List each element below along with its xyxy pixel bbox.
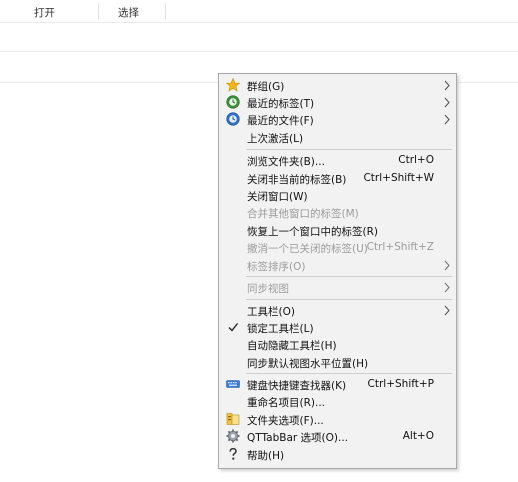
menu-item-label: 同步视图 — [247, 283, 289, 295]
menu-item-label: 恢复上一个窗口中的标签(R) — [247, 226, 378, 238]
menu-item-label: 最近的文件(F) — [247, 115, 314, 127]
menu-item-label: 上次激活(L) — [247, 133, 304, 145]
chevron-right-icon — [444, 260, 450, 271]
menu-separator — [246, 299, 452, 300]
menu-item-label: 键盘快捷键查找器(K) — [247, 380, 347, 392]
menu-item-folder-options[interactable]: 文件夹选项(F)... — [219, 411, 456, 428]
menu-separator — [246, 276, 452, 277]
chevron-right-icon — [444, 80, 450, 91]
menu-item-recent-tabs[interactable]: 最近的标签(T) — [219, 94, 456, 111]
menu-item-label: 关闭窗口(W) — [247, 191, 308, 203]
menu-item-recent-files[interactable]: 最近的文件(F) — [219, 111, 456, 128]
menu-item-merge-windows: 合并其他窗口的标签(M) — [219, 204, 456, 221]
menu-item-toolbars[interactable]: 工具栏(O) — [219, 302, 456, 319]
menu-item-browse-folder[interactable]: 浏览文件夹(B)... Ctrl+O — [219, 152, 456, 169]
menu-separator — [246, 149, 452, 150]
menu-item-label: 关闭非当前的标签(B) — [247, 174, 347, 186]
menu-item-label: 合并其他窗口的标签(M) — [247, 208, 359, 220]
recent-files-icon — [226, 112, 240, 126]
menu-item-restore-previous-window-tabs[interactable]: 恢复上一个窗口中的标签(R) — [219, 222, 456, 239]
menu-item-close-other-tabs[interactable]: 关闭非当前的标签(B) Ctrl+Shift+W — [219, 170, 456, 187]
menu-item-label: 工具栏(O) — [247, 306, 295, 318]
menu-item-auto-hide-toolbars[interactable]: 自动隐藏工具栏(H) — [219, 336, 456, 353]
menu-item-sync-default-view-position[interactable]: 同步默认视图水平位置(H) — [219, 354, 456, 371]
ribbon-divider — [98, 3, 99, 19]
menu-separator — [246, 373, 452, 374]
keyboard-icon — [226, 380, 240, 388]
menu-item-label: 重命名项目(R)... — [247, 397, 326, 409]
ribbon-tab-open[interactable]: 打开 — [34, 5, 55, 20]
menu-item-label: 最近的标签(T) — [247, 98, 315, 110]
menu-item-shortcut: Ctrl+O — [398, 154, 434, 166]
menu-item-last-activated[interactable]: 上次激活(L) — [219, 129, 456, 146]
menu-item-rename-items[interactable]: 重命名项目(R)... — [219, 393, 456, 410]
menu-item-shortcut-finder[interactable]: 键盘快捷键查找器(K) Ctrl+Shift+P — [219, 376, 456, 393]
content-divider — [0, 51, 518, 52]
ribbon-bottom-divider — [0, 22, 518, 23]
checkmark-icon — [228, 323, 239, 332]
menu-item-shortcut: Alt+O — [402, 430, 434, 442]
menu-item-groups[interactable]: 群组(G) — [219, 77, 456, 94]
menu-item-lock-toolbars[interactable]: 锁定工具栏(L) — [219, 319, 456, 336]
menu-item-label: 自动隐藏工具栏(H) — [247, 340, 337, 352]
qttabbar-context-menu: 群组(G) 最近的标签(T) 最近的文件(F) 上次激活(L) 浏览文件夹(B)… — [218, 73, 457, 469]
help-icon — [229, 447, 237, 460]
ribbon-bar: 打开 选择 — [0, 0, 518, 22]
menu-item-shortcut: Ctrl+Shift+P — [367, 378, 434, 390]
menu-item-label: 撤消一个已关闭的标签(U) — [247, 243, 368, 255]
recent-tabs-icon — [226, 95, 240, 109]
menu-item-label: 帮助(H) — [247, 450, 285, 462]
menu-item-shortcut: Ctrl+Shift+W — [363, 172, 434, 184]
menu-item-label: 群组(G) — [247, 81, 285, 93]
menu-item-close-window[interactable]: 关闭窗口(W) — [219, 187, 456, 204]
menu-item-sort-tabs: 标签排序(O) — [219, 257, 456, 274]
chevron-right-icon — [444, 97, 450, 108]
chevron-right-icon — [444, 114, 450, 125]
menu-item-label: 浏览文件夹(B)... — [247, 156, 325, 168]
menu-item-label: 锁定工具栏(L) — [247, 323, 314, 335]
menu-item-label: 标签排序(O) — [247, 261, 306, 273]
menu-item-undo-close-tab: 撤消一个已关闭的标签(U) Ctrl+Shift+Z — [219, 239, 456, 256]
menu-item-sync-view: 同步视图 — [219, 279, 456, 296]
gear-icon — [226, 429, 240, 443]
folder-options-icon — [226, 413, 240, 425]
menu-item-help[interactable]: 帮助(H) — [219, 446, 456, 463]
star-icon — [226, 78, 240, 92]
ribbon-tab-select[interactable]: 选择 — [118, 5, 139, 20]
chevron-right-icon — [444, 282, 450, 293]
menu-item-qttabbar-options[interactable]: QTTabBar 选项(O)... Alt+O — [219, 428, 456, 445]
menu-item-label: 文件夹选项(F)... — [247, 415, 324, 427]
menu-item-label: QTTabBar 选项(O)... — [247, 432, 349, 444]
ribbon-divider — [165, 3, 166, 19]
menu-item-label: 同步默认视图水平位置(H) — [247, 358, 369, 370]
menu-item-shortcut: Ctrl+Shift+Z — [366, 241, 434, 253]
chevron-right-icon — [444, 305, 450, 316]
